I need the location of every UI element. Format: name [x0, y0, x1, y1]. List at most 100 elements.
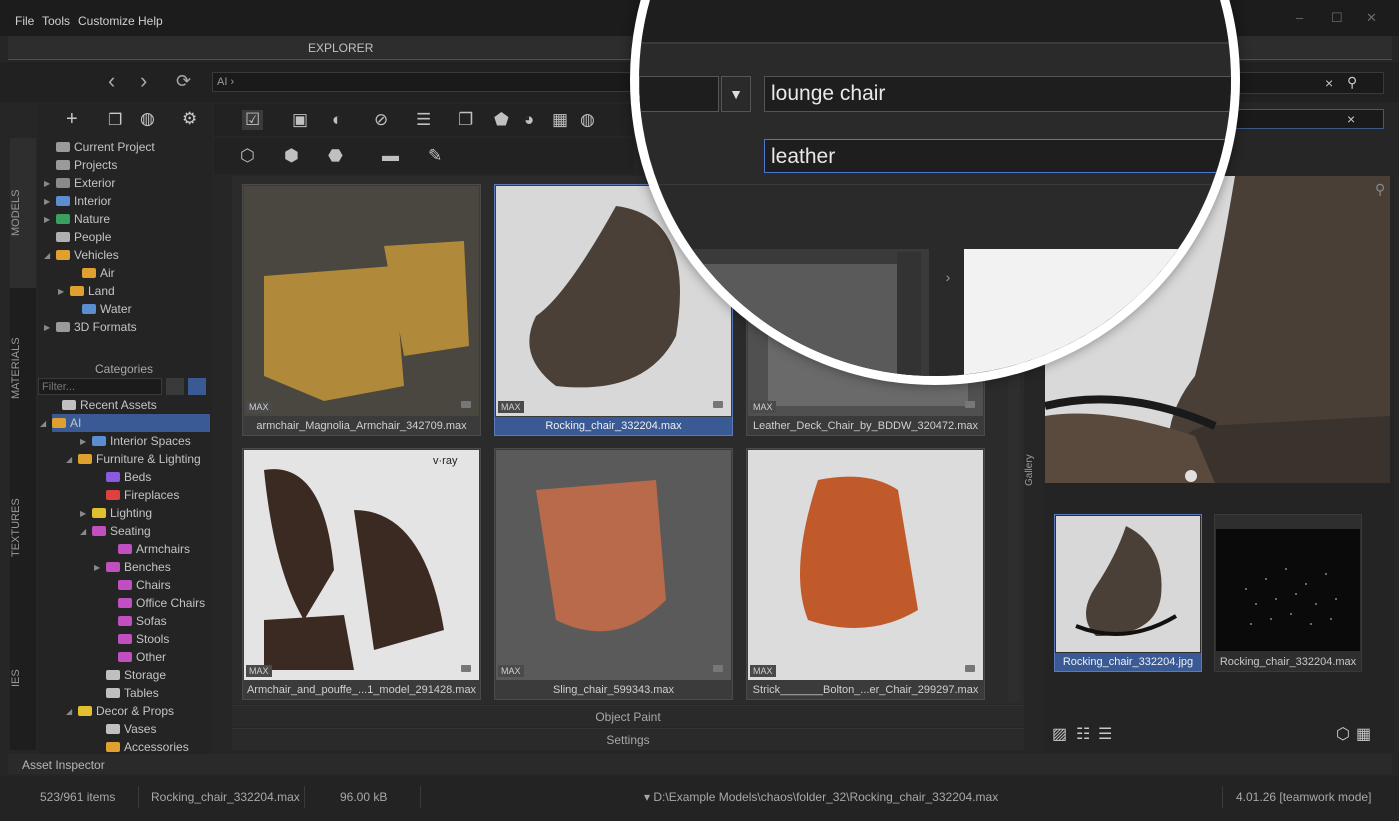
details-icon[interactable]: ☷ — [1076, 724, 1090, 744]
close-icon[interactable]: ✕ — [1366, 10, 1377, 26]
minimize-icon[interactable]: – — [1296, 10, 1303, 25]
replace-icon[interactable]: ⬢ — [284, 146, 299, 166]
category-item[interactable]: Armchairs — [118, 540, 190, 558]
tag-icon[interactable] — [713, 401, 723, 408]
image-view-icon[interactable]: ▨ — [1052, 724, 1067, 744]
visibility-icon[interactable]: ⊘ — [374, 110, 388, 130]
menu-help[interactable]: Help — [138, 14, 163, 28]
category-filter-input[interactable] — [38, 378, 162, 395]
category-item[interactable]: Other — [118, 648, 166, 666]
tree-item[interactable]: Vehicles — [56, 246, 119, 264]
tree-item[interactable]: Interior — [56, 192, 111, 210]
grid-view-icon[interactable]: ▦ — [1356, 724, 1371, 744]
menu-tools[interactable]: Tools — [42, 14, 70, 28]
category-item[interactable]: Seating — [92, 522, 151, 540]
expand-toggle-icon[interactable]: ▶ — [80, 509, 86, 518]
object-paint-section[interactable]: Object Paint — [232, 705, 1024, 727]
tag-icon[interactable] — [461, 665, 471, 672]
back-icon[interactable]: ‹ — [108, 70, 115, 92]
settings-section[interactable]: Settings — [232, 728, 1024, 750]
gear-icon[interactable]: ⚙ — [182, 109, 197, 129]
expand-toggle-icon[interactable]: ◢ — [40, 419, 46, 428]
category-item[interactable]: Vases — [106, 720, 156, 738]
expand-toggle-icon[interactable]: ▶ — [44, 179, 50, 188]
gallery-tab[interactable]: Gallery — [1024, 430, 1042, 510]
search-input[interactable]: lounge chair — [764, 76, 1231, 112]
category-item[interactable]: Fireplaces — [106, 486, 179, 504]
pie-icon[interactable]: ◕ — [524, 110, 534, 130]
count-icon[interactable]: ▣ — [292, 110, 308, 130]
folder-icon[interactable]: ▬ — [382, 146, 399, 166]
add-icon[interactable]: + — [66, 108, 78, 131]
tree-item[interactable]: People — [56, 228, 111, 246]
models-icon[interactable]: ⬡ — [1336, 724, 1350, 744]
maximize-icon[interactable]: ☐ — [1331, 10, 1343, 26]
tree-item[interactable]: Projects — [56, 156, 117, 174]
copy-icon[interactable] — [166, 378, 184, 395]
category-item[interactable]: Chairs — [118, 576, 171, 594]
expand-toggle-icon[interactable]: ◢ — [66, 455, 72, 464]
shading-icon[interactable]: ◐ — [332, 110, 342, 130]
category-item[interactable]: Benches — [106, 558, 171, 576]
expand-icon[interactable]: › — [935, 249, 961, 376]
category-item[interactable]: Interior Spaces — [92, 432, 191, 450]
layout-icon[interactable] — [188, 378, 206, 395]
globe-settings-icon[interactable]: ◍ — [580, 110, 595, 130]
tree-item[interactable]: Land — [70, 282, 115, 300]
forward-icon[interactable]: › — [140, 70, 147, 92]
tag-icon[interactable]: ⬟ — [494, 110, 509, 130]
category-item[interactable]: AI — [52, 414, 210, 432]
asset-inspector-bar[interactable]: Asset Inspector — [8, 754, 1392, 774]
asset-card[interactable]: MAX Strick_______Bolton_...er_Chair_29929… — [746, 448, 985, 700]
expand-toggle-icon[interactable]: ▶ — [58, 287, 64, 296]
tab-explorer[interactable]: EXPLORER — [308, 41, 373, 55]
tab-materials[interactable]: MATERIALS — [10, 328, 36, 408]
expand-toggle-icon[interactable]: ▶ — [44, 197, 50, 206]
category-item[interactable]: Sofas — [118, 612, 167, 630]
expand-toggle-icon[interactable]: ◢ — [80, 527, 86, 536]
category-item[interactable]: Lighting — [92, 504, 152, 522]
category-item[interactable]: Furniture & Lighting — [78, 450, 201, 468]
category-item[interactable]: Decor & Props — [78, 702, 174, 720]
edit-icon[interactable]: ✎ — [428, 146, 442, 166]
insert-icon[interactable]: ⬡ — [240, 146, 255, 166]
expand-toggle-icon[interactable]: ▶ — [80, 437, 86, 446]
select-icon[interactable]: ☑ — [242, 110, 264, 130]
window-icon[interactable]: ❐ — [108, 110, 122, 130]
search-icon[interactable]: ⚲ — [1347, 74, 1357, 91]
refresh-icon[interactable]: ⟳ — [176, 70, 191, 92]
category-item[interactable]: Office Chairs — [118, 594, 205, 612]
expand-toggle-icon[interactable]: ◢ — [66, 707, 72, 716]
expand-toggle-icon[interactable]: ▶ — [94, 563, 100, 572]
tree-item[interactable]: Water — [82, 300, 132, 318]
expand-toggle-icon[interactable]: ▶ — [44, 323, 50, 332]
filter-input[interactable]: leather — [764, 139, 1231, 173]
tag-icon[interactable] — [965, 401, 975, 408]
asset-card[interactable]: v·ray MAX Armchair_and_pouffe_...1_model_2… — [242, 448, 481, 700]
tab-models[interactable]: MODELS — [10, 138, 36, 288]
list-view-icon[interactable]: ☰ — [1098, 724, 1112, 744]
category-item[interactable]: Storage — [106, 666, 166, 684]
tree-item[interactable]: 3D Formats — [56, 318, 137, 336]
copy-view-icon[interactable]: ❐ — [458, 110, 473, 130]
gallery-item[interactable]: Rocking_chair_332204.jpg — [1054, 514, 1202, 672]
chevron-down-icon[interactable]: ▼ — [721, 76, 751, 112]
expand-toggle-icon[interactable]: ◢ — [44, 251, 50, 260]
filter-input-tail[interactable]: × — [1228, 109, 1384, 129]
clear-search-icon[interactable]: × — [1325, 75, 1333, 91]
tag-icon[interactable] — [965, 665, 975, 672]
asset-card[interactable]: MAX armchair_Magnolia_Armchair_342709.max — [242, 184, 481, 436]
tree-item[interactable]: Current Project — [56, 138, 155, 156]
tree-item[interactable]: Nature — [56, 210, 110, 228]
category-item[interactable]: Beds — [106, 468, 151, 486]
globe-icon[interactable]: ◍ — [140, 109, 155, 129]
search-input-tail[interactable]: × ⚲ — [1228, 72, 1384, 94]
menu-customize[interactable]: Customize — [78, 14, 135, 28]
grid-icon[interactable]: ▦ — [552, 110, 568, 130]
tree-item[interactable]: Exterior — [56, 174, 115, 192]
tab-textures[interactable]: TEXTURES — [10, 488, 36, 568]
list-icon[interactable]: ☰ — [416, 110, 431, 130]
tag-icon[interactable] — [461, 401, 471, 408]
category-item[interactable]: Tables — [106, 684, 159, 702]
tag-icon[interactable] — [713, 665, 723, 672]
